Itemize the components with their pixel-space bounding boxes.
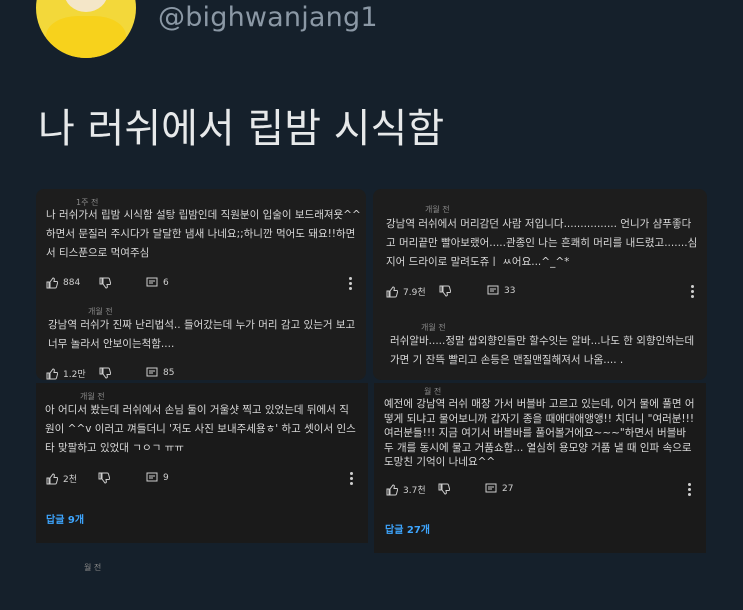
like-button[interactable]: 884	[46, 277, 80, 289]
comment-line: 가면 기 잔뜩 빨리고 손등은 맨질맨질해져서 나옴.... .	[390, 354, 624, 366]
comment-text: 러쉬알바.....정말 쌉외향인들만 할수잇는 알바...나도 한 외향인하는데…	[390, 332, 694, 370]
screenshot-card: 월 전 예전에 강남역 러쉬 매장 가서 버블바 고르고 있는데, 이거 물에 …	[374, 383, 706, 553]
dislike-button[interactable]	[99, 277, 111, 289]
comment-line: 러쉬알바.....정말 쌉외향인들만 할수잇는 알바...나도 한 외향인하는데	[390, 335, 695, 347]
thumbs-down-icon	[99, 277, 111, 289]
like-button[interactable]: 2천	[46, 472, 77, 485]
comment-text: 예전에 강남역 러쉬 매장 가서 버블바 고르고 있는데, 이거 물에 풀면 어…	[384, 397, 695, 470]
more-vertical-icon[interactable]	[349, 277, 352, 292]
comment-line: 강남역 러쉬가 진짜 난리법석.. 들어갔는데 누가 머리 감고 있는거 보고	[48, 319, 356, 331]
dislike-button[interactable]	[439, 285, 451, 297]
tweet-text: 나 러쉬에서 립밤 시식함	[38, 106, 445, 152]
comment-text: 나 러쉬가서 립밤 시식함 설탕 립밤인데 직원분이 입술이 보드래져욧^^ 하…	[46, 206, 361, 263]
comment-reply-icon	[487, 285, 499, 295]
thumbs-down-icon	[98, 472, 110, 484]
thumbs-up-icon	[46, 277, 58, 289]
dislike-button[interactable]	[99, 367, 111, 379]
screenshot-card: 개월 전 아 어디서 봤는데 러쉬에서 손님 둘이 거울샷 찍고 있었는데 뒤에…	[36, 383, 368, 543]
comment-line: 나 러쉬가서 립밤 시식함 설탕 립밤인데 직원분이 입술이 보드래져욧^^	[46, 209, 361, 221]
like-count: 884	[63, 278, 81, 288]
comment-line: 지어 드라이로 말려도쥬ㅣ ㅆ어요...^_^*	[386, 256, 570, 268]
like-button[interactable]: 1.2만	[46, 367, 86, 380]
reply-button[interactable]: 33	[487, 285, 515, 297]
reply-button[interactable]: 85	[146, 367, 174, 379]
like-count: 3.7천	[403, 486, 426, 496]
comment-line: 너무 놀라서 안보이는척함....	[48, 338, 175, 350]
comment-reply-icon	[146, 472, 158, 482]
comment-line: 도망친 기억이 나네요^^	[384, 456, 496, 468]
reply-count: 9	[163, 473, 169, 483]
thumbs-up-icon	[386, 483, 398, 495]
comment-line: 여러분들!!! 지금 여기서 버블바를 풀어볼거에요~~~"하면서 버블바	[384, 427, 687, 439]
reply-button[interactable]: 27	[485, 483, 513, 495]
thumbs-up-icon	[46, 367, 58, 379]
like-button[interactable]: 3.7천	[386, 483, 426, 496]
comment-line: 강남역 러쉬에서 머리감던 사람 저입니다................ 언니…	[386, 218, 692, 230]
profile-handle[interactable]: @bighwanjang1	[158, 2, 378, 33]
comment-timestamp: 월 전	[84, 563, 102, 572]
more-vertical-icon[interactable]	[688, 483, 691, 498]
comment-reply-icon	[146, 367, 158, 377]
reply-button[interactable]: 9	[146, 472, 169, 484]
profile-avatar[interactable]	[36, 0, 136, 58]
thumbs-down-icon	[438, 483, 450, 495]
thumbs-down-icon	[99, 367, 111, 379]
thumbs-down-icon	[439, 285, 451, 297]
comment-line: 아 어디서 봤는데 러쉬에서 손님 둘이 거울샷 찍고 있었는데 뒤에서 직	[45, 404, 349, 416]
comment-reply-icon	[485, 483, 497, 493]
more-vertical-icon[interactable]	[691, 285, 694, 300]
screenshot-card: 개월 전 강남역 러쉬에서 머리감던 사람 저입니다..............…	[373, 189, 707, 380]
more-vertical-icon[interactable]	[350, 472, 353, 487]
reply-count: 6	[163, 278, 169, 288]
screenshot-card: 1주 전 나 러쉬가서 립밤 시식함 설탕 립밤인데 직원분이 입술이 보드래져…	[36, 189, 366, 380]
reply-count: 27	[502, 484, 514, 494]
comment-line: 두 개를 동시에 물고 거품쇼함... 열심히 용모양 거품 낼 때 인파 속으…	[384, 441, 692, 454]
dislike-button[interactable]	[98, 472, 110, 484]
comment-reply-icon	[146, 277, 158, 287]
comment-line: 서 티스푼으로 먹여주심	[46, 247, 150, 259]
like-button[interactable]: 7.9천	[386, 285, 426, 298]
reply-count: 33	[504, 286, 516, 296]
like-count: 2천	[63, 475, 78, 485]
comment-line: 예전에 강남역 러쉬 매장 가서 버블바 고르고 있는데, 이거 물에 풀면 어	[384, 398, 695, 410]
comment-line: 고 머리끝만 빨아보랬어.....관종인 나는 흔쾌히 머리를 내드렸고....…	[386, 237, 698, 249]
comment-line: 타 맞팔하고 있었대 ㄱㅇㄱ ㅠㅠ	[45, 442, 184, 454]
thumbs-up-icon	[46, 472, 58, 484]
comment-line: 원이 ^^v 이러고 껴들더니 '저도 사진 보내주세용ㅎ' 하고 셋이서 인스	[45, 423, 356, 435]
view-replies-link[interactable]: 답글 9개	[46, 511, 84, 526]
comment-text: 아 어디서 봤는데 러쉬에서 손님 둘이 거울샷 찍고 있었는데 뒤에서 직 원…	[45, 401, 356, 458]
thumbs-up-icon	[386, 285, 398, 297]
dislike-button[interactable]	[438, 483, 450, 495]
like-count: 1.2만	[63, 370, 86, 380]
comment-timestamp: 개월 전	[425, 205, 450, 214]
view-replies-link[interactable]: 답글 27개	[385, 521, 430, 536]
comment-line: 하면서 문질러 주시다가 달달한 냄새 나네요;;하니깐 먹어도 돼요!!하면	[46, 228, 356, 240]
reply-button[interactable]: 6	[146, 277, 169, 289]
like-count: 7.9천	[403, 288, 426, 298]
comment-text: 강남역 러쉬가 진짜 난리법석.. 들어갔는데 누가 머리 감고 있는거 보고 …	[48, 316, 355, 354]
comment-timestamp: 월 전	[424, 387, 442, 396]
comment-text: 강남역 러쉬에서 머리감던 사람 저입니다................ 언니…	[386, 215, 697, 272]
comment-line: 떻게 되냐고 물어보니까 갑자기 종을 때애대애앵앵!! 치더니 "여러분!!!	[384, 412, 695, 425]
reply-count: 85	[163, 368, 175, 378]
